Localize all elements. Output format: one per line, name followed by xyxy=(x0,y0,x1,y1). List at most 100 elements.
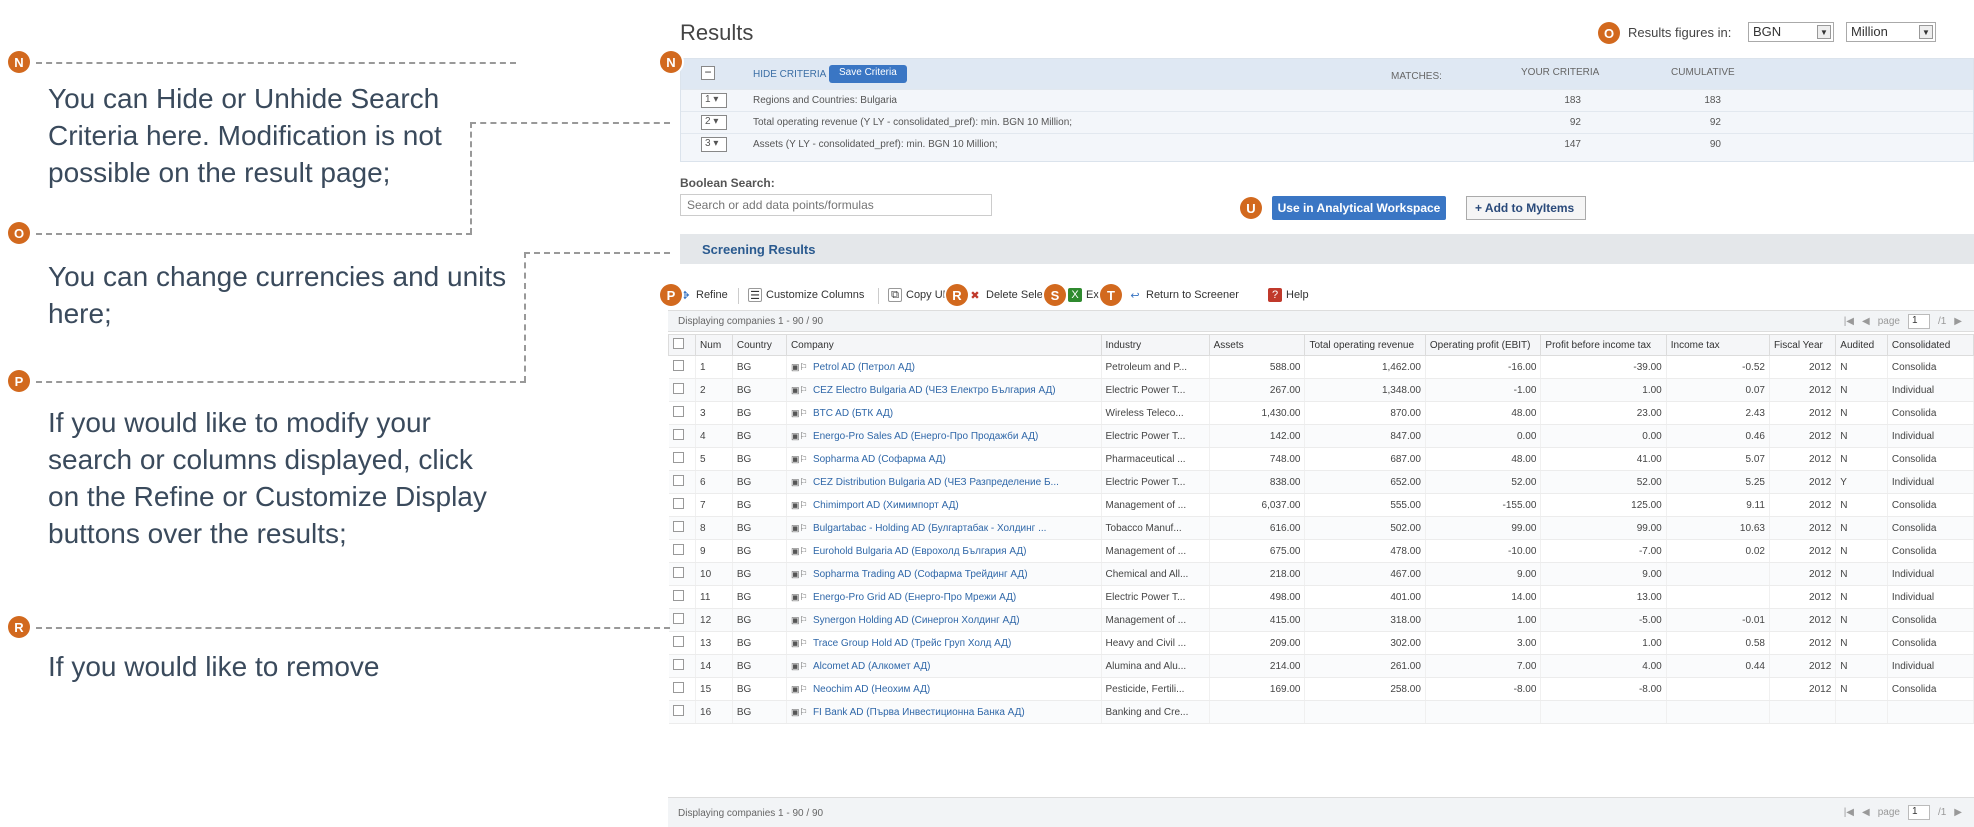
row-checkbox[interactable] xyxy=(668,585,697,609)
column-header[interactable]: Audited xyxy=(1835,334,1888,356)
company-link[interactable]: Trace Group Hold AD (Трейс Груп Холд АД) xyxy=(813,638,1011,649)
company-link[interactable]: Energo-Pro Grid AD (Енерго-Про Мрежи АД) xyxy=(813,592,1016,603)
row-checkbox[interactable] xyxy=(668,631,697,655)
table-row[interactable]: 8 BG ▣⚐ Bulgartabac - Holding AD (Булгартаб… xyxy=(668,516,1974,540)
use-analytical-workspace-button[interactable]: Use in Analytical Workspace xyxy=(1272,196,1446,220)
boolean-search-input[interactable] xyxy=(680,194,992,216)
row-checkbox[interactable] xyxy=(668,493,697,517)
row-checkbox[interactable] xyxy=(668,447,697,471)
next-page-icon[interactable]: ▶ xyxy=(1954,807,1962,818)
column-header-sorted[interactable]: Total operating revenue xyxy=(1304,334,1426,356)
criteria-step-select[interactable]: 1 ▾ xyxy=(701,93,727,108)
row-checkbox[interactable] xyxy=(668,677,697,701)
row-checkbox[interactable] xyxy=(668,470,697,494)
row-checkbox[interactable] xyxy=(668,516,697,540)
company-report-icon[interactable]: ▣⚐ xyxy=(791,500,813,511)
row-checkbox[interactable] xyxy=(668,539,697,563)
company-report-icon[interactable]: ▣⚐ xyxy=(791,477,813,488)
company-report-icon[interactable]: ▣⚐ xyxy=(791,523,813,534)
column-header[interactable]: Industry xyxy=(1100,334,1210,356)
table-row[interactable]: 15 BG ▣⚐ Neochim AD (Неохим АД) Pesticide, F… xyxy=(668,677,1974,701)
table-row[interactable]: 12 BG ▣⚐ Synergon Holding AD (Синергон Холд… xyxy=(668,608,1974,632)
first-page-icon[interactable]: |◀ xyxy=(1844,807,1854,818)
column-header[interactable]: Profit before income tax xyxy=(1540,334,1667,356)
column-header[interactable]: Income tax xyxy=(1665,334,1770,356)
table-row[interactable]: 3 BG ▣⚐ BTC AD (БТК АД) Wireless Teleco... 1,… xyxy=(668,401,1974,425)
row-checkbox[interactable] xyxy=(668,654,697,678)
first-page-icon[interactable]: |◀ xyxy=(1844,316,1854,327)
help-button[interactable]: ? Help xyxy=(1268,288,1309,302)
row-checkbox[interactable] xyxy=(668,562,697,586)
criteria-step-select[interactable]: 2 ▾ xyxy=(701,115,727,130)
table-row[interactable]: 2 BG ▣⚐ CEZ Electro Bulgaria AD (ЧЕЗ Електр… xyxy=(668,378,1974,402)
next-page-icon[interactable]: ▶ xyxy=(1954,316,1962,327)
currency-select[interactable]: BGN ▼ xyxy=(1748,22,1834,42)
refine-button[interactable]: ✥ Refine xyxy=(678,288,727,302)
table-row[interactable]: 16 BG ▣⚐ FI Bank AD (Първа Инвестиционна Ба… xyxy=(668,700,1974,724)
add-to-myitems-button[interactable]: + Add to MyItems xyxy=(1466,196,1586,220)
company-report-icon[interactable]: ▣⚐ xyxy=(791,661,813,672)
table-row[interactable]: 6 BG ▣⚐ CEZ Distribution Bulgaria AD (ЧЕЗ Р… xyxy=(668,470,1974,494)
row-checkbox[interactable] xyxy=(668,424,697,448)
page-input[interactable]: 1 xyxy=(1907,805,1930,820)
table-row[interactable]: 7 BG ▣⚐ Chimimport AD (Химимпорт АД) Managem… xyxy=(668,493,1974,517)
row-checkbox[interactable] xyxy=(668,401,697,425)
company-report-icon[interactable]: ▣⚐ xyxy=(791,454,813,465)
column-header[interactable]: Fiscal Year xyxy=(1768,334,1837,356)
company-link[interactable]: CEZ Electro Bulgaria AD (ЧЕЗ Електро Бъл… xyxy=(813,385,1056,396)
company-link[interactable]: Sopharma AD (Софарма АД) xyxy=(813,454,946,465)
company-link[interactable]: Neochim AD (Неохим АД) xyxy=(813,684,930,695)
column-header[interactable]: Operating profit (EBIT) xyxy=(1424,334,1542,356)
column-header[interactable]: Consolidated xyxy=(1886,334,1974,356)
company-report-icon[interactable]: ▣⚐ xyxy=(791,362,813,373)
return-to-screener-button[interactable]: ↩ Return to Screener xyxy=(1128,288,1239,302)
company-link[interactable]: FI Bank AD (Първа Инвестиционна Банка АД… xyxy=(813,707,1025,718)
table-row[interactable]: 13 BG ▣⚐ Trace Group Hold AD (Трейс Груп Хо… xyxy=(668,631,1974,655)
company-report-icon[interactable]: ▣⚐ xyxy=(791,707,813,718)
row-checkbox[interactable] xyxy=(668,355,697,379)
column-header[interactable]: Country xyxy=(731,334,787,356)
company-link[interactable]: Bulgartabac - Holding AD (Булгартабак - … xyxy=(813,523,1046,534)
collapse-toggle[interactable]: − xyxy=(701,66,715,80)
company-report-icon[interactable]: ▣⚐ xyxy=(791,546,813,557)
company-link[interactable]: BTC AD (БТК АД) xyxy=(813,408,893,419)
select-all-checkbox[interactable] xyxy=(667,334,697,356)
table-row[interactable]: 1 BG ▣⚐ Petrol AD (Петрол АД) Petroleum and … xyxy=(668,355,1974,379)
company-link[interactable]: Chimimport AD (Химимпорт АД) xyxy=(813,500,959,511)
company-report-icon[interactable]: ▣⚐ xyxy=(791,431,813,442)
customize-columns-button[interactable]: ☰ Customize Columns xyxy=(748,288,864,302)
prev-page-icon[interactable]: ◀ xyxy=(1862,316,1870,327)
company-report-icon[interactable]: ▣⚐ xyxy=(791,569,813,580)
company-report-icon[interactable]: ▣⚐ xyxy=(791,385,813,396)
company-report-icon[interactable]: ▣⚐ xyxy=(791,615,813,626)
row-checkbox[interactable] xyxy=(668,608,697,632)
company-link[interactable]: Alcomet AD (Алкомет АД) xyxy=(813,661,930,672)
criteria-step-select[interactable]: 3 ▾ xyxy=(701,137,727,152)
unit-select[interactable]: Million ▼ xyxy=(1846,22,1936,42)
column-header[interactable]: Num xyxy=(695,334,733,356)
company-report-icon[interactable]: ▣⚐ xyxy=(791,684,813,695)
table-row[interactable]: 14 BG ▣⚐ Alcomet AD (Алкомет АД) Alumina and… xyxy=(668,654,1974,678)
company-link[interactable]: Synergon Holding AD (Синергон Холдинг АД… xyxy=(813,615,1020,626)
table-row[interactable]: 11 BG ▣⚐ Energo-Pro Grid AD (Енерго-Про Мре… xyxy=(668,585,1974,609)
table-row[interactable]: 4 BG ▣⚐ Energo-Pro Sales AD (Енерго-Про Про… xyxy=(668,424,1974,448)
company-report-icon[interactable]: ▣⚐ xyxy=(791,592,813,603)
save-criteria-button[interactable]: Save Criteria xyxy=(829,65,907,83)
company-report-icon[interactable]: ▣⚐ xyxy=(791,638,813,649)
page-input[interactable]: 1 xyxy=(1907,314,1930,329)
company-report-icon[interactable]: ▣⚐ xyxy=(791,408,813,419)
table-row[interactable]: 9 BG ▣⚐ Eurohold Bulgaria AD (Еврохолд Бълг… xyxy=(668,539,1974,563)
row-checkbox[interactable] xyxy=(668,378,697,402)
column-header[interactable]: Company xyxy=(785,334,1102,356)
company-link[interactable]: Sopharma Trading AD (Софарма Трейдинг АД… xyxy=(813,569,1028,580)
table-row[interactable]: 5 BG ▣⚐ Sopharma AD (Софарма АД) Pharmaceuti… xyxy=(668,447,1974,471)
company-link[interactable]: Petrol AD (Петрол АД) xyxy=(813,362,915,373)
row-checkbox[interactable] xyxy=(668,700,697,724)
table-row[interactable]: 10 BG ▣⚐ Sopharma Trading AD (Софарма Трейд… xyxy=(668,562,1974,586)
company-link[interactable]: Energo-Pro Sales AD (Енерго-Про Продажби… xyxy=(813,431,1038,442)
company-link[interactable]: Eurohold Bulgaria AD (Еврохолд България … xyxy=(813,546,1026,557)
prev-page-icon[interactable]: ◀ xyxy=(1862,807,1870,818)
company-link[interactable]: CEZ Distribution Bulgaria AD (ЧЕЗ Разпре… xyxy=(813,477,1059,488)
column-header[interactable]: Assets xyxy=(1208,334,1306,356)
hide-criteria-link[interactable]: HIDE CRITERIA xyxy=(753,69,826,80)
